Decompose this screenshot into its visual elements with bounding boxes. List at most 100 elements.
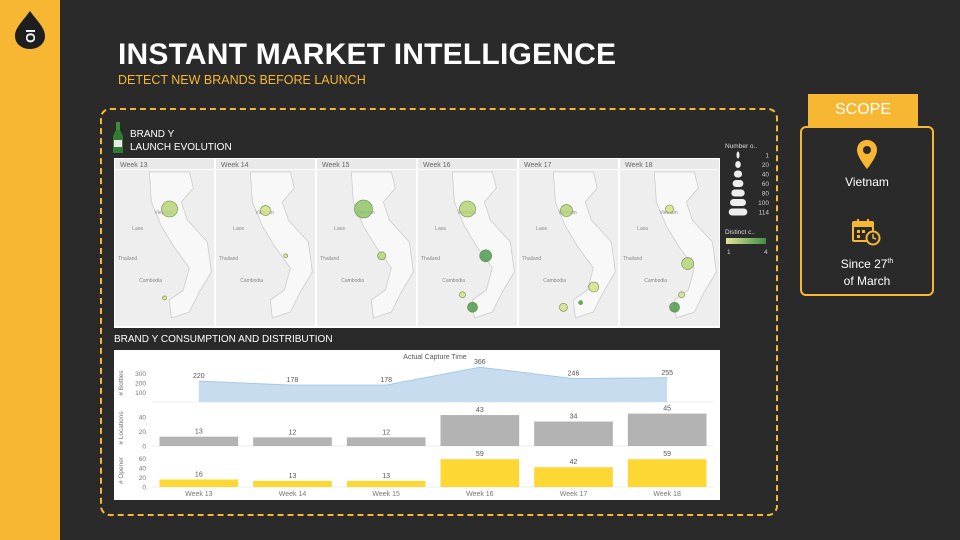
place-label-laos: Laos	[435, 226, 446, 232]
launch-evolution-maps: Week 13VietnamLaosThailandCambodiaWeek 1…	[115, 159, 719, 326]
map-point	[669, 301, 680, 313]
locations-bar	[159, 436, 239, 446]
axis-tick: 200	[135, 381, 146, 388]
place-label-cambodia: Cambodia	[543, 278, 566, 284]
legend-size-swatch	[731, 189, 745, 197]
legend-color-max: 4	[764, 249, 768, 256]
legend-size-title: Number o..	[725, 143, 757, 150]
place-label-cambodia: Cambodia	[139, 278, 162, 284]
map-week-label: Week 14	[221, 162, 249, 169]
locations-bar	[253, 437, 332, 446]
bar-value-label: 45	[663, 406, 671, 413]
series-axis-label: # Locations	[118, 411, 125, 445]
scope-since-date: Since 27th of March	[800, 253, 934, 290]
place-label-cambodia: Cambodia	[240, 278, 263, 284]
map-point	[588, 281, 600, 293]
axis-tick: 60	[139, 456, 147, 463]
map-panel-1: Week 13VietnamLaosThailandCambodia	[115, 159, 214, 326]
bottles-value-label: 366	[474, 359, 486, 366]
place-label-cambodia: Cambodia	[644, 278, 667, 284]
place-label-cambodia: Cambodia	[341, 278, 364, 284]
axis-tick: 20	[139, 429, 147, 436]
map-point	[678, 291, 685, 299]
legend-size-swatch	[728, 208, 748, 216]
series-axis-label: # Bottles	[118, 370, 125, 396]
bottles-value-label: 246	[568, 371, 580, 378]
axis-tick: 40	[139, 415, 147, 422]
locations-bar	[440, 415, 520, 446]
bar-value-label: 13	[289, 473, 297, 480]
legend-size-value: 1	[765, 153, 769, 160]
page-subtitle: DETECT NEW BRANDS BEFORE LAUNCH	[118, 73, 366, 87]
place-label-laos: Laos	[132, 226, 143, 232]
axis-tick: 300	[135, 371, 146, 378]
legend-size-swatch	[736, 151, 740, 159]
map-panel-2: Week 14VietnamLaosThailandCambodia	[216, 159, 315, 326]
logo-text: OI	[23, 29, 38, 43]
consumption-title: BRAND Y CONSUMPTION AND DISTRIBUTION	[114, 334, 333, 345]
legend-color-ramp	[726, 238, 766, 244]
opener-bar	[627, 459, 707, 487]
bar-value-label: 12	[289, 429, 297, 436]
since-suffix: th	[887, 258, 894, 265]
page-title: INSTANT MARKET INTELLIGENCE	[118, 38, 617, 71]
bottles-value-label: 178	[380, 377, 392, 384]
legend-size-value: 40	[762, 172, 770, 179]
map-week-label: Week 15	[322, 162, 350, 169]
map-week-label: Week 17	[524, 162, 552, 169]
map-panel-5: Week 17VietnamLaosThailandCambodia	[519, 159, 618, 326]
place-label-thailand: Thailand	[522, 256, 541, 262]
map-point	[578, 300, 583, 305]
place-label-laos: Laos	[637, 226, 648, 232]
map-point	[479, 249, 492, 263]
brand-logo: OI	[15, 11, 45, 49]
axis-tick: 0	[142, 485, 146, 492]
place-label-laos: Laos	[334, 226, 345, 232]
scope-tab[interactable]: SCOPE	[808, 94, 918, 126]
opener-bar	[534, 467, 613, 487]
legend-size-value: 60	[762, 181, 770, 188]
consumption-chart: Actual Capture Time 300 200 100 # Bottles 220…	[114, 350, 720, 500]
map-week-label: Week 13	[120, 162, 148, 169]
map-panel-6: Week 18VietnamLaosThailandCambodia	[620, 159, 719, 326]
map-week-label: Week 18	[625, 162, 653, 169]
bar-value-label: 13	[195, 429, 203, 436]
locations-bar	[627, 413, 707, 446]
category-label: Week 15	[372, 491, 400, 498]
maps-panel: Week 13VietnamLaosThailandCambodiaWeek 1…	[114, 158, 720, 328]
map-point	[283, 253, 288, 259]
map-point	[560, 204, 573, 217]
category-label: Week 16	[466, 491, 494, 498]
map-point	[354, 199, 373, 219]
axis-tick: 0	[142, 444, 146, 451]
map-point	[665, 204, 674, 214]
brand-header: BRAND Y LAUNCH EVOLUTION	[112, 122, 312, 156]
opener-bar	[253, 480, 332, 487]
map-week-label: Week 16	[423, 162, 451, 169]
legend-size-value: 100	[758, 200, 769, 207]
bar-value-label: 59	[663, 451, 671, 458]
since-line2: of March	[843, 274, 891, 288]
bottles-area	[198, 367, 668, 402]
opener-bar	[440, 459, 520, 487]
calendar-clock-icon	[852, 219, 881, 246]
left-accent-bar	[0, 0, 60, 540]
bottles-value-label: 255	[661, 370, 673, 377]
map-point	[459, 200, 476, 218]
map-point	[377, 251, 386, 261]
bar-value-label: 59	[476, 451, 484, 458]
axis-tick: 40	[139, 466, 147, 473]
bar-value-label: 12	[382, 429, 390, 436]
axis-tick: 20	[139, 475, 147, 482]
bottles-value-label: 178	[287, 377, 299, 384]
category-label: Week 17	[560, 491, 588, 498]
legend-size-swatch	[730, 199, 746, 206]
locations-bar	[346, 437, 426, 446]
map-point	[467, 301, 478, 313]
opener-bar	[159, 479, 239, 487]
map-point	[459, 291, 466, 299]
category-label: Week 18	[653, 491, 681, 498]
since-line1: Since 27	[840, 257, 888, 271]
chart-title: Actual Capture Time	[403, 354, 467, 361]
scope-location: Vietnam	[845, 175, 889, 189]
